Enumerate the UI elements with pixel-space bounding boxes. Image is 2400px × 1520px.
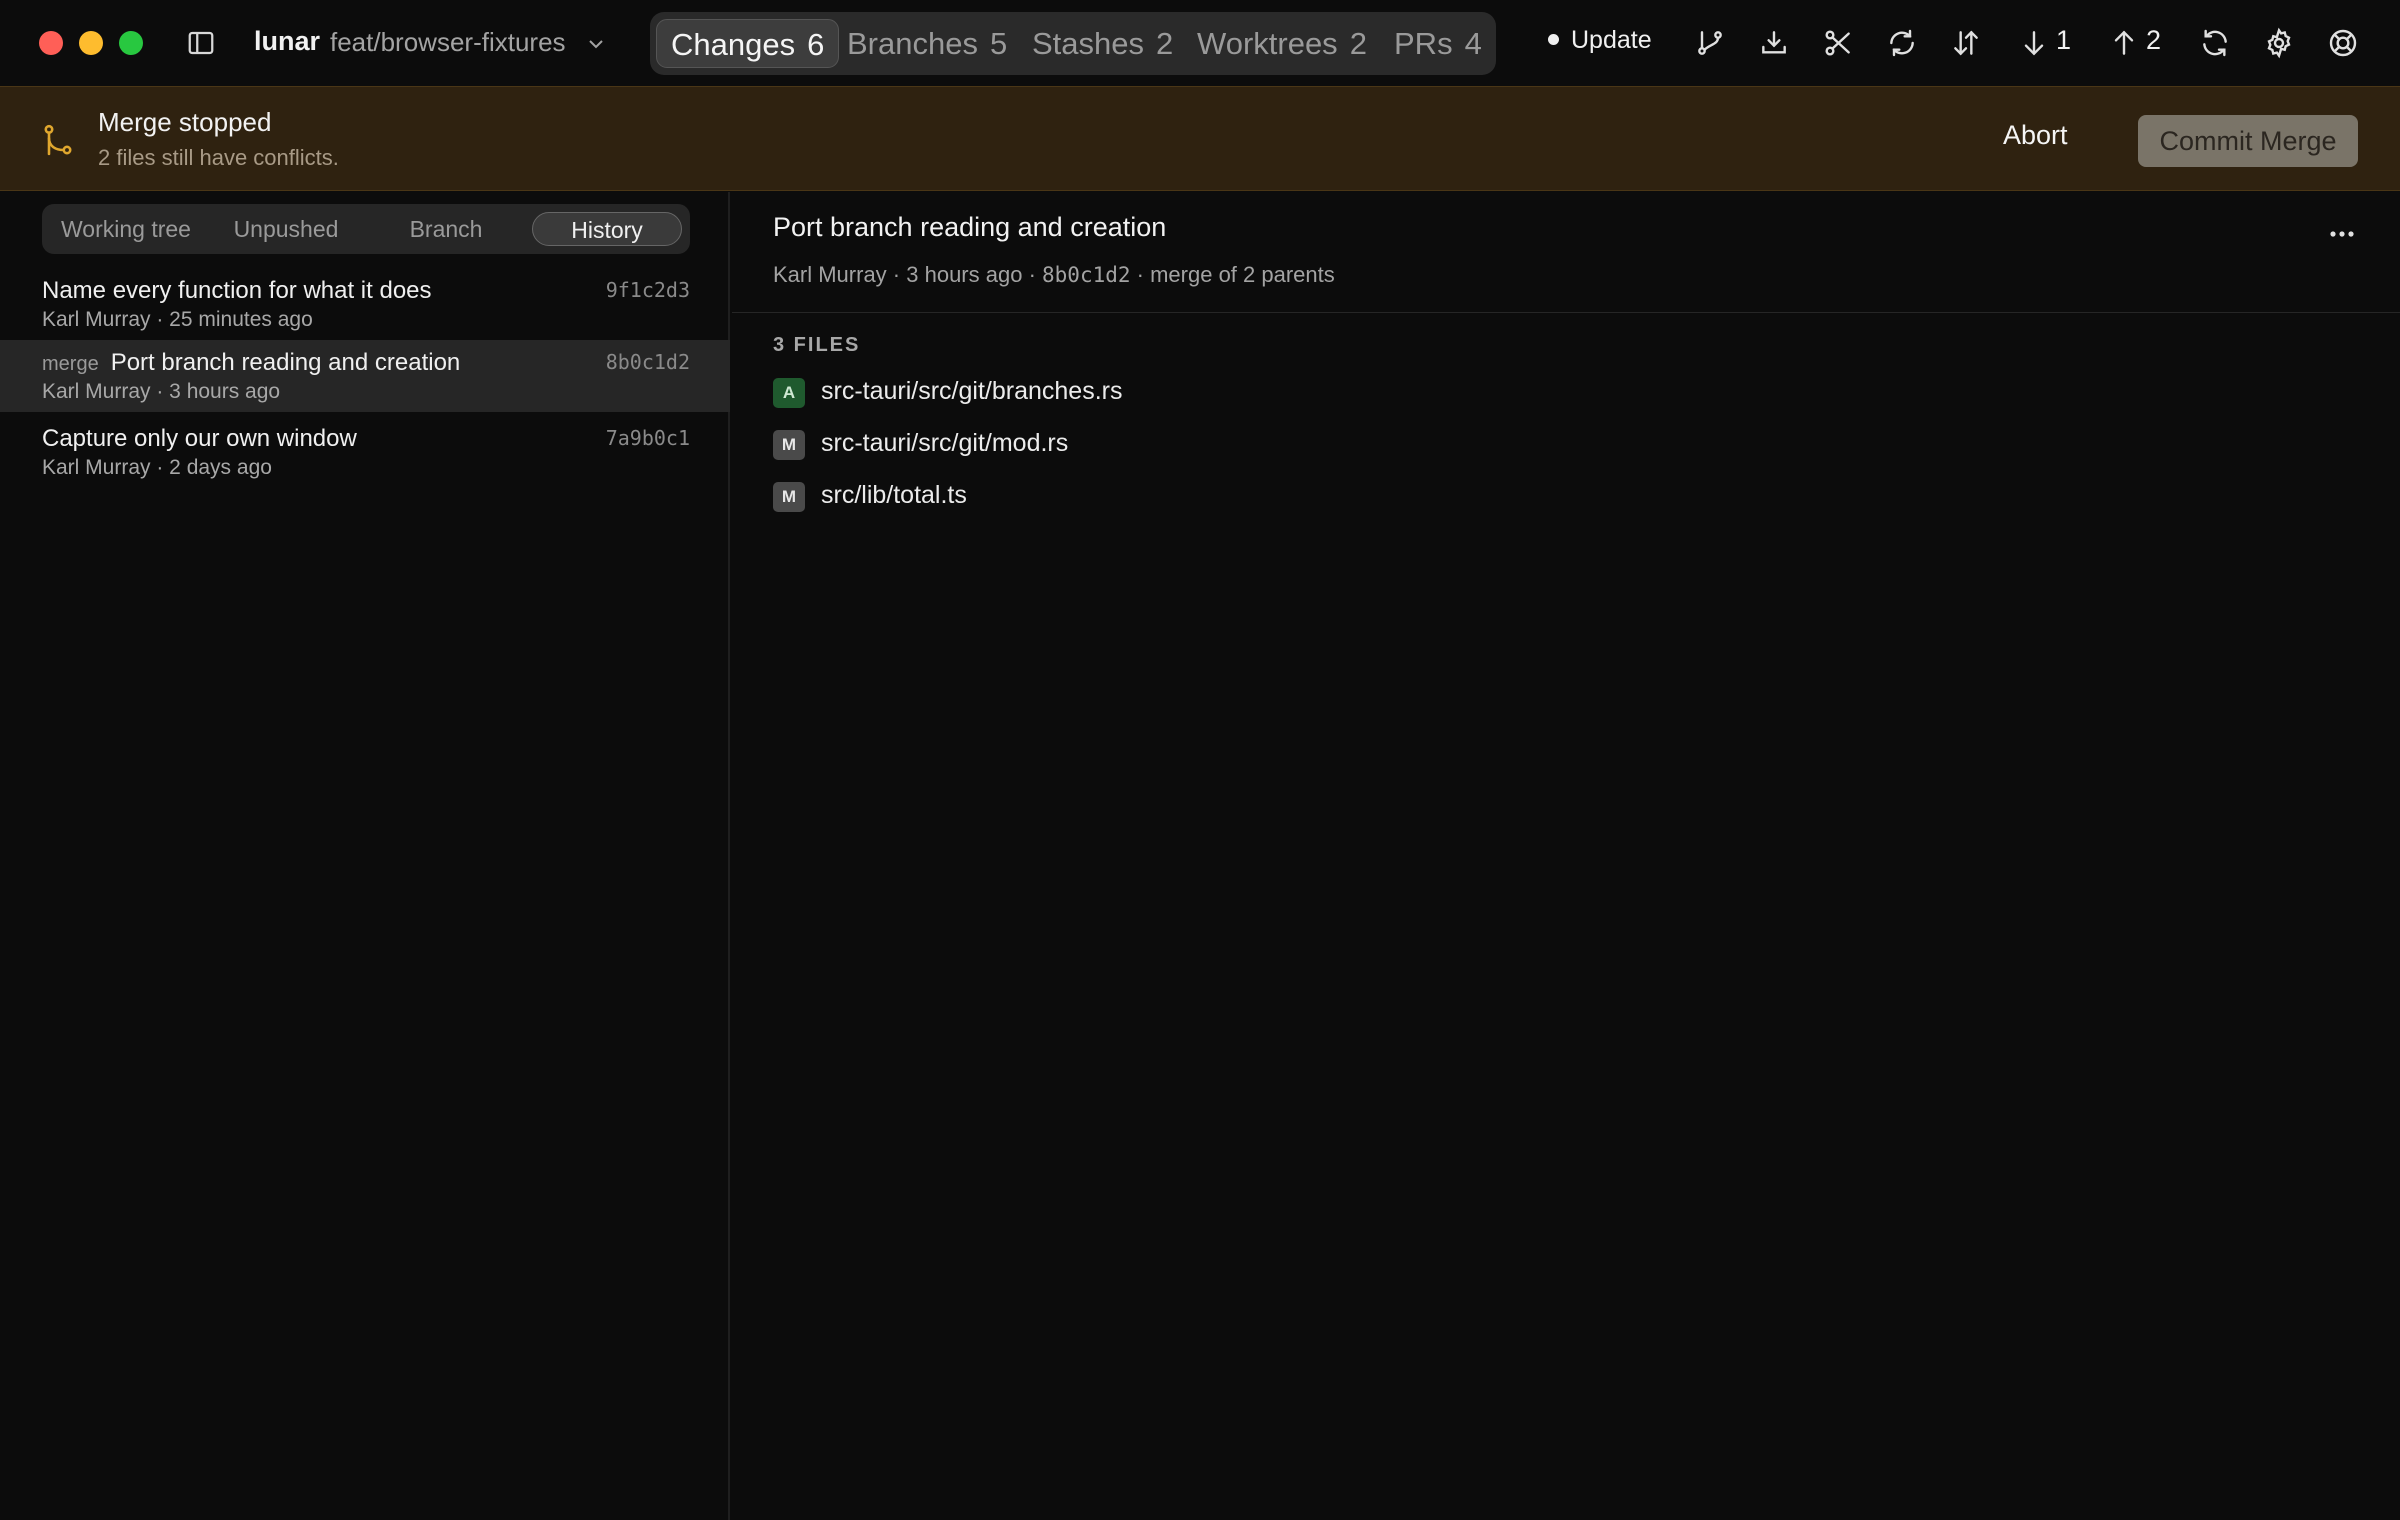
divider bbox=[732, 312, 2400, 313]
tab-count: 2 bbox=[1349, 26, 1367, 61]
help-icon[interactable] bbox=[2327, 27, 2359, 59]
commit-hash: 9f1c2d3 bbox=[605, 278, 690, 302]
commit-merge-button[interactable]: Commit Merge bbox=[2138, 115, 2358, 167]
segment-unpushed[interactable]: Unpushed bbox=[210, 212, 362, 246]
modified-badge: M bbox=[773, 482, 805, 512]
tab-changes[interactable]: Changes 6 bbox=[656, 19, 840, 68]
segment-branch[interactable]: Branch bbox=[370, 212, 522, 246]
window-minimize-button[interactable] bbox=[79, 31, 103, 55]
branch-name[interactable]: feat/browser-fixtures bbox=[330, 27, 566, 58]
tab-stashes[interactable]: Stashes 2 bbox=[1032, 19, 1173, 68]
history-panel: Working tree Unpushed Branch History Nam… bbox=[0, 192, 730, 1520]
banner-subtitle: 2 files still have conflicts. bbox=[98, 145, 339, 170]
files-header: 3 FILES bbox=[773, 334, 861, 356]
commit-detail-hash[interactable]: 8b0c1d2 bbox=[1042, 263, 1131, 287]
added-badge: A bbox=[773, 378, 805, 408]
commit-title: merge Port branch reading and creation bbox=[42, 349, 460, 377]
file-path: src-tauri/src/git/mod.rs bbox=[821, 429, 1069, 457]
commit-title: Capture only our own window bbox=[42, 425, 357, 453]
commit-meta: Karl Murray · 2 days ago bbox=[42, 456, 272, 479]
more-icon[interactable] bbox=[2320, 222, 2364, 246]
merge-icon bbox=[44, 124, 72, 156]
commit-title-text: Port branch reading and creation bbox=[110, 349, 461, 376]
modified-badge: M bbox=[773, 430, 805, 460]
commit-title-text: Capture only our own window bbox=[42, 425, 357, 452]
swap-icon[interactable] bbox=[1950, 27, 1982, 59]
tab-count: 6 bbox=[807, 27, 825, 62]
file-path: src/lib/total.ts bbox=[821, 481, 967, 509]
repo-name[interactable]: lunar bbox=[254, 26, 320, 57]
commit-row-selected[interactable]: merge Port branch reading and creation Ka… bbox=[0, 340, 730, 412]
update-button[interactable]: Update bbox=[1548, 26, 1652, 55]
commit-detail-meta: Karl Murray · 3 hours ago · 8b0c1d2 · me… bbox=[773, 262, 1335, 287]
view-segmented-control: Working tree Unpushed Branch History bbox=[42, 204, 690, 254]
branch-icon[interactable] bbox=[1694, 27, 1726, 59]
merge-banner: Merge stopped 2 files still have conflic… bbox=[0, 86, 2400, 191]
main-tabs: Changes 6 Branches 5 Stashes 2 Worktrees 2 P… bbox=[650, 12, 1496, 75]
commit-hash: 8b0c1d2 bbox=[605, 350, 690, 374]
commit-detail-title: Port branch reading and creation bbox=[773, 212, 1167, 242]
push-count: 2 bbox=[2146, 25, 2162, 55]
banner-title: Merge stopped bbox=[98, 107, 272, 137]
tab-label: Changes bbox=[671, 27, 796, 62]
tab-worktrees[interactable]: Worktrees 2 bbox=[1197, 19, 1367, 68]
window-maximize-button[interactable] bbox=[119, 31, 143, 55]
update-dot-icon bbox=[1548, 34, 1559, 45]
segment-history[interactable]: History bbox=[532, 212, 682, 246]
download-icon[interactable] bbox=[1758, 27, 1790, 59]
commit-meta: Karl Murray · 25 minutes ago bbox=[42, 308, 313, 331]
tab-count: 4 bbox=[1464, 26, 1482, 61]
tab-count: 5 bbox=[989, 26, 1008, 61]
pull-count: 1 bbox=[2056, 25, 2072, 55]
segment-working-tree[interactable]: Working tree bbox=[50, 212, 202, 246]
tab-branches[interactable]: Branches 5 bbox=[847, 19, 1007, 68]
gear-icon[interactable] bbox=[2263, 27, 2295, 59]
tab-label: Worktrees bbox=[1197, 26, 1338, 61]
tab-label: PRs bbox=[1394, 26, 1453, 61]
refresh-icon[interactable] bbox=[2199, 27, 2231, 59]
commit-title-text: Name every function for what it does bbox=[42, 277, 432, 304]
commit-detail-panel: Port branch reading and creation Karl Mu… bbox=[732, 192, 2400, 1520]
commit-parents: merge of 2 parents bbox=[1150, 262, 1335, 287]
window-close-button[interactable] bbox=[39, 31, 63, 55]
commit-time: 3 hours ago bbox=[906, 262, 1023, 287]
tab-count: 2 bbox=[1156, 26, 1174, 61]
commit-meta: Karl Murray · 3 hours ago bbox=[42, 380, 281, 403]
commit-title: Name every function for what it does bbox=[42, 277, 432, 305]
abort-button[interactable]: Abort bbox=[2003, 120, 2068, 151]
tab-label: Branches bbox=[847, 26, 978, 61]
tab-prs[interactable]: PRs 4 bbox=[1394, 19, 1482, 68]
commit-row[interactable]: Name every function for what it does Kar… bbox=[0, 268, 730, 340]
sync-icon[interactable] bbox=[1886, 27, 1918, 59]
arrow-up-icon[interactable] bbox=[2108, 27, 2140, 59]
commit-author: Karl Murray bbox=[773, 262, 887, 287]
arrow-down-icon[interactable] bbox=[2018, 27, 2050, 59]
update-label: Update bbox=[1571, 26, 1652, 54]
merge-tag: merge bbox=[42, 353, 99, 375]
title-bar: lunar feat/browser-fixtures Changes 6 Bra… bbox=[0, 0, 2400, 86]
commit-hash: 7a9b0c1 bbox=[605, 426, 690, 450]
file-path: src-tauri/src/git/branches.rs bbox=[821, 377, 1123, 405]
chevron-down-icon[interactable] bbox=[584, 32, 608, 56]
scissors-icon[interactable] bbox=[1822, 27, 1854, 59]
sidebar-icon[interactable] bbox=[186, 28, 216, 58]
commit-row[interactable]: Capture only our own window Karl Murray … bbox=[0, 416, 730, 488]
tab-label: Stashes bbox=[1032, 26, 1145, 61]
